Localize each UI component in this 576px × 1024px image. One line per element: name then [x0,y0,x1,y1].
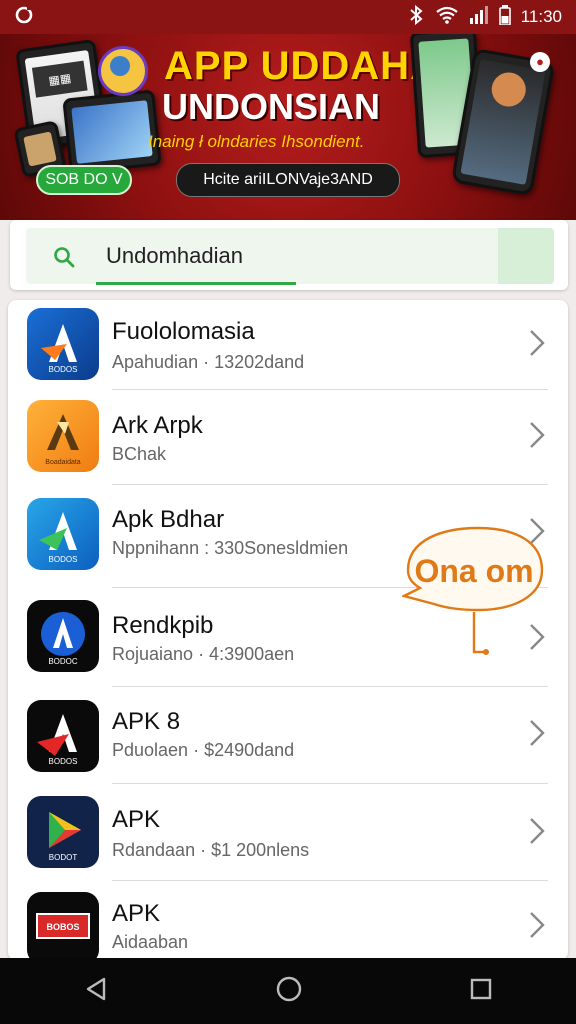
mascot-face-illustration [110,56,130,76]
app-subtitle: Aidaaban [112,932,189,952]
app-icon-label: BODOS [49,757,78,766]
location-pin-icon: ● [530,52,550,72]
status-bar: 11:30 [0,0,576,34]
search-action-button[interactable] [498,228,554,284]
banner-title-secondary: UNDONSIAN [162,86,381,127]
status-time: 11:30 [520,7,562,26]
app-subtitle: Nppnihann : 330Sonesldmien [112,538,349,558]
back-button-icon[interactable] [84,976,108,1007]
signal-icon [469,5,489,29]
app-title: Apk Bdhar [112,506,225,533]
callout-text: Ona om [414,553,533,589]
search-underline [96,282,296,285]
list-item[interactable]: BODOT APK Rdandaan · $1 200nlens [8,788,568,884]
app-title: APK [112,900,161,927]
laptop-illustration [62,89,162,175]
recents-button-icon[interactable] [470,978,492,1005]
chevron-right-icon [530,912,545,938]
chevron-right-icon [530,818,545,844]
app-subtitle: Apahudian · 13202dand [112,352,305,372]
promo-banner[interactable]: ▦▦ APP UDDAHAN UNDONSIAN Inaing ł olndar… [0,34,576,220]
app-icon-label: BOBOS [46,922,79,932]
app-title: APK [112,806,161,833]
list-item[interactable]: BOBOS APK Aidaaban [8,886,568,960]
app-icon-label: BODOS [49,365,78,374]
chevron-right-icon [530,422,545,448]
system-nav-bar [0,958,576,1024]
speech-bubble-callout: Ona om [400,526,548,662]
list-item[interactable]: Boadaidata Ark Arpk BChak [8,394,568,490]
app-icon: BODOS [27,308,99,380]
app-title: Ark Arpk [112,412,203,439]
search-icon [52,245,76,274]
divider [112,484,548,485]
app-title: Fuololomasia [112,318,255,345]
app-title: Rendkpib [112,612,214,639]
search-field[interactable] [26,228,554,284]
search-bar [10,220,568,290]
banner-subtitle: Inaing ł olndaries Ihsondient. [148,132,365,151]
app-icon: Boadaidata [27,400,99,472]
app-subtitle: Rojuaiano · 4:3900aen [112,644,295,664]
app-icon: BODOS [27,498,99,570]
banner-action-button[interactable]: SOB DO V [36,165,132,195]
app-subtitle: BChak [112,444,167,464]
search-input[interactable] [106,228,496,284]
notification-ring-icon [14,5,34,30]
app-icon-label: BODOS [49,555,78,564]
battery-icon [498,4,511,30]
chevron-right-icon [530,330,545,356]
divider [112,389,548,390]
list-item[interactable]: BODOS Fuololomasia Apahudian · 13202dand [8,302,568,398]
app-icon: BODOT [27,796,99,868]
divider [112,783,548,784]
home-button-icon[interactable] [276,976,302,1007]
chevron-right-icon [530,720,545,746]
app-icon-label: Boadaidata [45,459,81,466]
divider [112,686,548,687]
app-icon-label: BODOT [49,853,78,862]
list-item[interactable]: BODOS APK 8 Pduolaen · $2490dand [8,692,568,788]
app-subtitle: Rdandaan · $1 200nlens [112,840,310,860]
app-icon: BODOC [27,600,99,672]
app-icon: BOBOS [27,892,99,960]
divider [112,880,548,881]
banner-pill-button[interactable]: Hcite ariILONVaje3AND [176,163,400,197]
bluetooth-icon [407,4,425,30]
app-title: APK 8 [112,708,181,735]
app-icon: BODOS [27,700,99,772]
wifi-icon [435,6,459,29]
app-icon-label: BODOC [48,657,78,666]
app-subtitle: Pduolaen · $2490dand [112,740,295,760]
